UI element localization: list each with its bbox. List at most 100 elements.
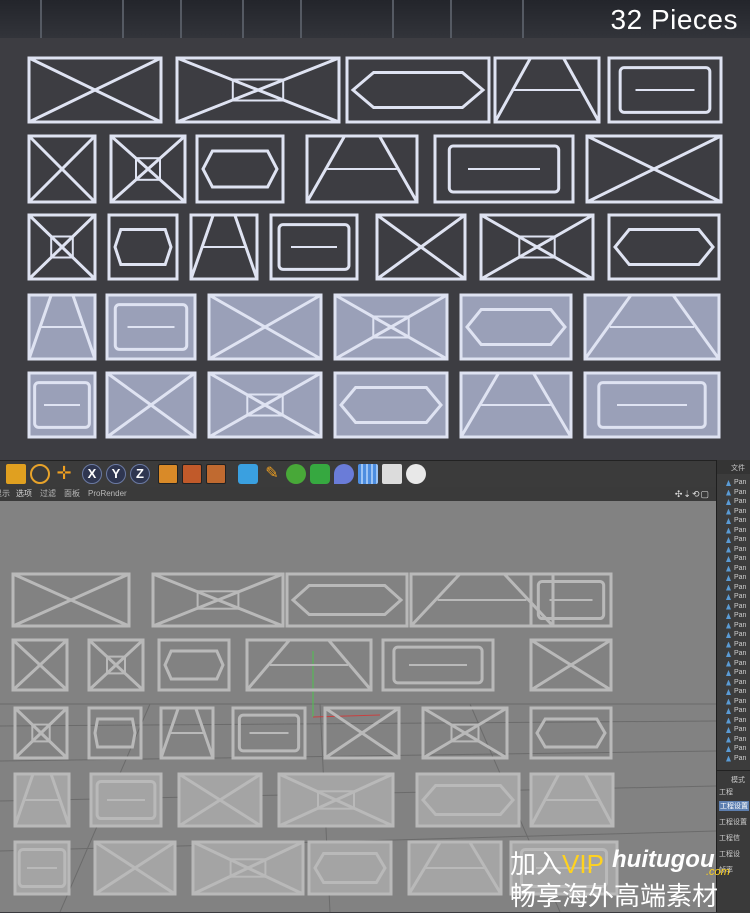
- viewport-panel[interactable]: [276, 771, 396, 829]
- viewport-panel[interactable]: [156, 637, 232, 693]
- object-list-item[interactable]: Pan: [720, 621, 750, 631]
- view-icon[interactable]: [6, 464, 26, 484]
- subdivision-icon[interactable]: [286, 464, 306, 484]
- z-axis-button[interactable]: Z: [130, 464, 150, 484]
- menu-options[interactable]: 选项: [16, 487, 32, 501]
- attr-row-info[interactable]: 工程信: [719, 833, 740, 843]
- object-list-item[interactable]: Pan: [720, 497, 750, 507]
- object-list-item[interactable]: Pan: [720, 545, 750, 555]
- y-axis-button[interactable]: Y: [106, 464, 126, 484]
- viewport-panel[interactable]: [12, 839, 72, 897]
- viewport-panel[interactable]: [306, 839, 394, 897]
- attr-row-project[interactable]: 工程: [719, 787, 733, 797]
- object-list-item[interactable]: Pan: [720, 583, 750, 593]
- object-list-item[interactable]: Pan: [720, 744, 750, 754]
- object-list-item[interactable]: Pan: [720, 697, 750, 707]
- menu-panel[interactable]: 面板: [64, 487, 80, 501]
- object-icon: [726, 651, 731, 657]
- attr-row-project-2[interactable]: 工程设: [719, 849, 740, 859]
- 3d-viewport[interactable]: [0, 501, 716, 912]
- camera-icon[interactable]: [382, 464, 402, 484]
- viewport-panel[interactable]: [322, 705, 402, 761]
- object-list-item[interactable]: Pan: [720, 507, 750, 517]
- viewport-panel[interactable]: [190, 839, 306, 897]
- render-view-icon[interactable]: [182, 464, 202, 484]
- pen-icon[interactable]: ✎: [262, 464, 282, 484]
- object-list-item[interactable]: Pan: [720, 630, 750, 640]
- cloner-icon[interactable]: [310, 464, 330, 484]
- menu-prorender[interactable]: ProRender: [88, 487, 127, 501]
- object-label: Pan: [734, 602, 747, 610]
- rotate-icon[interactable]: [30, 464, 50, 484]
- cube-icon[interactable]: [238, 464, 258, 484]
- object-icon: [726, 546, 731, 553]
- viewport-nav-icons[interactable]: ✣⇣⟲▢: [675, 487, 710, 501]
- object-list-item[interactable]: Pan: [720, 687, 750, 697]
- object-list-item[interactable]: Pan: [720, 611, 750, 621]
- object-label: Pan: [734, 564, 747, 572]
- viewport-panel[interactable]: [528, 771, 616, 829]
- viewport-panel[interactable]: [86, 705, 144, 761]
- render-region-icon[interactable]: [158, 464, 178, 484]
- object-list-item[interactable]: Pan: [720, 659, 750, 669]
- viewport-panel[interactable]: [176, 771, 264, 829]
- viewport-panel[interactable]: [12, 705, 70, 761]
- viewport-panel[interactable]: [88, 771, 164, 829]
- object-list-item[interactable]: Pan: [720, 526, 750, 536]
- viewport-panel[interactable]: [10, 571, 132, 629]
- object-list-item[interactable]: Pan: [720, 640, 750, 650]
- attr-row-settings[interactable]: 工程设置: [719, 817, 747, 827]
- render-panel: [104, 292, 198, 362]
- render-settings-icon[interactable]: [206, 464, 226, 484]
- menu-display[interactable]: 显示: [0, 487, 10, 501]
- viewport-panel[interactable]: [244, 637, 374, 693]
- object-list-item[interactable]: Pan: [720, 735, 750, 745]
- object-list-item[interactable]: Pan: [720, 478, 750, 488]
- object-list-item[interactable]: Pan: [720, 535, 750, 545]
- move-icon[interactable]: ✛: [54, 464, 74, 484]
- object-icon: [726, 679, 731, 686]
- object-list-item[interactable]: Pan: [720, 716, 750, 726]
- menu-filter[interactable]: 过滤: [40, 487, 56, 501]
- attr-row-project-settings[interactable]: 工程设置: [719, 801, 749, 811]
- render-panel: [174, 55, 342, 125]
- viewport-panel[interactable]: [150, 571, 286, 629]
- object-list-item[interactable]: Pan: [720, 649, 750, 659]
- object-list-item[interactable]: Pan: [720, 573, 750, 583]
- file-menu[interactable]: 文件: [731, 463, 745, 473]
- viewport-panel[interactable]: [414, 771, 522, 829]
- viewport-panel[interactable]: [92, 839, 178, 897]
- light-icon[interactable]: [406, 464, 426, 484]
- viewport-panel[interactable]: [86, 637, 146, 693]
- object-list-item[interactable]: Pan: [720, 725, 750, 735]
- viewport-panel[interactable]: [10, 637, 70, 693]
- viewport-panel[interactable]: [284, 571, 410, 629]
- viewport-panel[interactable]: [420, 705, 510, 761]
- object-list-item[interactable]: Pan: [720, 516, 750, 526]
- viewport-panel[interactable]: [528, 705, 614, 761]
- object-icon: [726, 527, 731, 534]
- object-list-item[interactable]: Pan: [720, 754, 750, 764]
- viewport-panel[interactable]: [528, 637, 614, 693]
- object-icon: [726, 708, 731, 714]
- floor-icon[interactable]: [358, 464, 378, 484]
- deformer-icon[interactable]: [334, 464, 354, 484]
- object-list-item[interactable]: Pan: [720, 592, 750, 602]
- viewport-panel[interactable]: [380, 637, 496, 693]
- object-list-item[interactable]: Pan: [720, 678, 750, 688]
- viewport-panel[interactable]: [406, 839, 504, 897]
- object-list-item[interactable]: Pan: [720, 564, 750, 574]
- object-list-item[interactable]: Pan: [720, 706, 750, 716]
- object-list-item[interactable]: Pan: [720, 554, 750, 564]
- object-label: Pan: [734, 659, 747, 667]
- object-icon: [726, 689, 731, 695]
- object-list-item[interactable]: Pan: [720, 488, 750, 498]
- x-axis-button[interactable]: X: [82, 464, 102, 484]
- viewport-panel[interactable]: [158, 705, 216, 761]
- object-list-item[interactable]: Pan: [720, 668, 750, 678]
- object-list-item[interactable]: Pan: [720, 602, 750, 612]
- viewport-panel[interactable]: [528, 571, 614, 629]
- viewport-panel[interactable]: [12, 771, 72, 829]
- mode-label[interactable]: 模式: [731, 775, 745, 785]
- viewport-panel[interactable]: [230, 705, 308, 761]
